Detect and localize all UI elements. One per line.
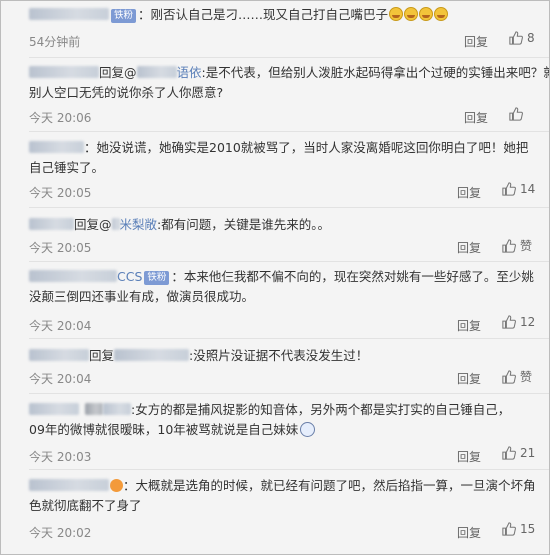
fans-badge: 铁粉 <box>111 9 137 23</box>
reply-prefix: 回复@ <box>74 217 112 232</box>
thumbs-up-icon <box>502 239 516 253</box>
username-link[interactable]: CCS <box>117 269 142 284</box>
comment-body: ：本来他仨我都不偏不向的，现在突然对姚有一些好感了。至少姚 <box>171 269 534 284</box>
like-button[interactable]: 21 <box>502 446 535 460</box>
comment-body: ：刚否认自己是刁……现又自己打自己嘴巴子 <box>138 7 389 22</box>
comment-text-line2: 没颠三倒四还事业有成，做演员很成功。 <box>29 289 255 304</box>
like-button[interactable]: 赞 <box>502 368 532 385</box>
comment-item: ：她没说谎，她确实是2010就被骂了，当时人家没离婚呢这回你明白了吧！她把 自己… <box>29 138 547 200</box>
comment-item: ：大概就是选角的时候，就已经有问题了吧，然后掐指一算，一旦演个坏角 色就彻底翻不… <box>29 476 547 540</box>
username-blurred[interactable] <box>29 218 74 230</box>
comment-text-line2: 别人空口无凭的说你杀了人你愿意? <box>29 85 224 100</box>
mention-blurred[interactable] <box>111 218 120 230</box>
laugh-cry-emoji-icon <box>389 7 404 21</box>
comment-text: ：大概就是选角的时候，就已经有问题了吧，然后掐指一算，一旦演个坏角 <box>29 476 547 496</box>
like-count: 赞 <box>520 370 533 384</box>
like-button[interactable]: 15 <box>502 522 535 536</box>
comment-time: 54分钟前 <box>29 35 81 49</box>
comment-body: :女方的都是捕风捉影的知音体，另外两个都是实打实的自己锤自己， <box>131 402 511 417</box>
username-blurred[interactable] <box>29 270 117 282</box>
reply-prefix: 回复 <box>89 348 115 363</box>
comment-time: 今天 20:04 <box>29 372 92 386</box>
comment-time: 今天 20:05 <box>29 241 92 255</box>
comment-time: 今天 20:03 <box>29 450 92 464</box>
username-blurred[interactable] <box>29 66 99 78</box>
laugh-cry-emoji-icon <box>434 7 449 21</box>
reply-button[interactable]: 回复 <box>464 33 488 50</box>
reply-button[interactable]: 回复 <box>457 317 481 334</box>
fans-badge: 铁粉 <box>144 271 170 285</box>
username-blurred[interactable] <box>29 479 109 491</box>
comment-body: :没照片没证据不代表没发生过！ <box>189 348 369 363</box>
laugh-cry-emoji-icon <box>404 7 419 21</box>
thumbs-up-icon <box>502 522 516 536</box>
comment-text-line2: 09年的微博就很暧昧，10年被骂就说是自己妹妹 <box>29 420 547 440</box>
reply-button[interactable]: 回复 <box>457 524 481 541</box>
thumbs-up-icon <box>502 315 516 329</box>
thumbs-up-icon <box>509 107 523 121</box>
mention-link[interactable]: 米梨敞 <box>120 217 158 232</box>
reply-button[interactable]: 回复 <box>457 239 481 256</box>
reply-button[interactable]: 回复 <box>457 184 481 201</box>
comment-body: :都有问题，关键是谁先来的。。 <box>157 217 330 232</box>
like-button[interactable]: 12 <box>502 315 535 329</box>
comment-item: :女方的都是捕风捉影的知音体，另外两个都是实打实的自己锤自己， 09年的微博就很… <box>29 400 547 464</box>
like-count: 15 <box>520 522 536 536</box>
like-count: 21 <box>520 446 536 460</box>
comment-body: ：她没说谎，她确实是2010就被骂了，当时人家没离婚呢这回你明白了吧！她把 <box>84 140 529 155</box>
thumbs-up-icon <box>502 182 516 196</box>
thumbs-up-icon <box>502 446 516 460</box>
comment-item: 铁粉 ：刚否认自己是刁……现又自己打自己嘴巴子 54分钟前 回复 8 <box>29 5 547 49</box>
username-blurred[interactable] <box>29 349 89 361</box>
username-blurred[interactable] <box>29 403 79 415</box>
comment-list: 铁粉 ：刚否认自己是刁……现又自己打自己嘴巴子 54分钟前 回复 8 回复@ 语依:… <box>0 0 550 555</box>
reply-button[interactable]: 回复 <box>464 109 488 126</box>
like-count: 赞 <box>520 239 533 253</box>
comment-time: 今天 20:05 <box>29 186 92 200</box>
like-button[interactable]: 8 <box>509 31 535 45</box>
avatar-blurred <box>85 403 103 415</box>
comment-text-line2: 自己锤实了。 <box>29 160 105 175</box>
comment-text: 铁粉 ：刚否认自己是刁……现又自己打自己嘴巴子 <box>29 5 547 25</box>
comment-body: ：大概就是选角的时候，就已经有问题了吧，然后掐指一算，一旦演个坏角 <box>123 478 536 493</box>
reply-button[interactable]: 回复 <box>457 370 481 387</box>
like-button[interactable]: 赞 <box>502 237 532 254</box>
mention-blurred[interactable] <box>136 66 177 78</box>
reply-prefix: 回复@ <box>99 65 137 80</box>
comment-time: 今天 20:04 <box>29 319 92 333</box>
mention-link[interactable]: 语依 <box>177 65 202 80</box>
like-button[interactable]: 14 <box>502 182 535 196</box>
comment-text: 回复@ 语依:是不代表，但给别人泼脏水起码得拿出个过硬的实锤出来吧？就像 <box>29 63 550 83</box>
username-blurred[interactable] <box>103 403 131 415</box>
comment-item: 回复 :没照片没证据不代表没发生过！ 今天 20:04 回复 赞 <box>29 346 547 386</box>
comment-text: 回复 :没照片没证据不代表没发生过！ <box>29 346 547 366</box>
comment-text: CCS 铁粉 ：本来他仨我都不偏不向的，现在突然对姚有一些好感了。至少姚 <box>29 267 547 287</box>
username-blurred[interactable] <box>29 141 84 153</box>
weibo-emoji-icon <box>300 422 316 437</box>
username-blurred[interactable] <box>29 8 109 20</box>
comment-text: ：她没说谎，她确实是2010就被骂了，当时人家没离婚呢这回你明白了吧！她把 <box>29 138 547 158</box>
comment-body: :是不代表，但给别人泼脏水起码得拿出个过硬的实锤出来吧？就像 <box>201 65 550 80</box>
like-count: 14 <box>520 182 536 196</box>
comment-item: CCS 铁粉 ：本来他仨我都不偏不向的，现在突然对姚有一些好感了。至少姚 没颠三倒四… <box>29 267 547 333</box>
mention-blurred[interactable] <box>114 349 190 361</box>
comment-text: 回复@ 米梨敞:都有问题，关键是谁先来的。。 <box>29 215 547 235</box>
like-button[interactable] <box>509 107 527 121</box>
thumbs-up-icon <box>502 370 516 384</box>
reply-button[interactable]: 回复 <box>457 448 481 465</box>
comment-time: 今天 20:02 <box>29 526 92 540</box>
comment-text: :女方的都是捕风捉影的知音体，另外两个都是实打实的自己锤自己， <box>29 400 547 420</box>
emoji-icon <box>110 479 123 492</box>
comment-item: 回复@ 米梨敞:都有问题，关键是谁先来的。。 今天 20:05 回复 赞 <box>29 215 547 255</box>
comment-time: 今天 20:06 <box>29 111 92 125</box>
comment-body: 09年的微博就很暧昧，10年被骂就说是自己妹妹 <box>29 422 299 437</box>
thumbs-up-icon <box>509 31 523 45</box>
laugh-cry-emoji-icon <box>419 7 434 21</box>
comment-text-line2: 色就彻底翻不了身了 <box>29 498 142 513</box>
like-count: 12 <box>520 315 536 329</box>
like-count: 8 <box>527 31 535 45</box>
comment-item: 回复@ 语依:是不代表，但给别人泼脏水起码得拿出个过硬的实锤出来吧？就像 别人空口… <box>29 63 550 125</box>
